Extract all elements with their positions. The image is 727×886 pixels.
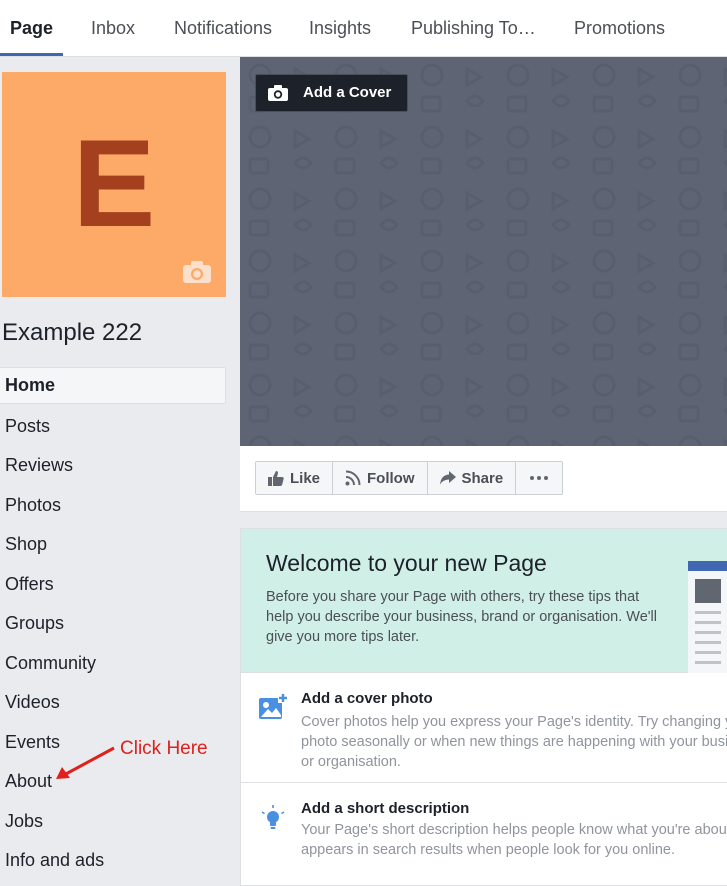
share-arrow-icon <box>439 471 456 485</box>
page-illustration-icon <box>688 561 727 673</box>
nav-item-home[interactable]: Home <box>0 367 226 404</box>
lightbulb-icon <box>261 805 285 829</box>
tip-title: Add a short description <box>301 800 470 817</box>
nav-item-posts[interactable]: Posts <box>0 407 226 447</box>
like-label: Like <box>290 469 321 487</box>
nav-item-offers[interactable]: Offers <box>0 565 226 605</box>
nav-item-info-and-ads[interactable]: Info and ads <box>0 841 226 881</box>
cover-photo-area: Add a Cover <box>240 57 727 446</box>
welcome-header: Welcome to your new Page Before you shar… <box>241 529 727 673</box>
annotation-click-here: Click Here <box>120 738 208 759</box>
tab-page[interactable]: Page <box>0 0 64 56</box>
tip-description: Your Page's short description helps peop… <box>301 822 727 858</box>
page-actions: Like Follow Share <box>255 461 564 495</box>
welcome-text: Before you share your Page with others, … <box>266 589 657 645</box>
tab-insights[interactable]: Insights <box>299 0 381 56</box>
page-nav: Home Posts Reviews Photos Shop Offers Gr… <box>0 367 226 881</box>
page-name[interactable]: Example 222 <box>2 319 142 347</box>
camera-icon[interactable] <box>182 260 212 284</box>
tab-notifications[interactable]: Notifications <box>164 0 282 56</box>
cover-pattern <box>240 57 727 446</box>
nav-item-groups[interactable]: Groups <box>0 604 226 644</box>
cover-card: Add a Cover Like Follow Share <box>240 57 727 512</box>
nav-item-community[interactable]: Community <box>0 644 226 684</box>
nav-item-jobs[interactable]: Jobs <box>0 802 226 842</box>
page-tab-bar: Page Inbox Notifications Insights Publis… <box>0 0 727 57</box>
tip-title: Add a cover photo <box>301 690 433 707</box>
rss-follow-icon <box>345 470 361 486</box>
left-sidebar: E Example 222 Home Posts Reviews Photos … <box>0 57 240 886</box>
like-button[interactable]: Like <box>255 461 334 495</box>
camera-icon <box>268 85 288 101</box>
thumbs-up-icon <box>268 470 284 486</box>
nav-item-photos[interactable]: Photos <box>0 486 226 526</box>
annotation-arrow-icon <box>56 746 115 779</box>
tab-publishing-tools[interactable]: Publishing To… <box>401 0 546 56</box>
nav-item-videos[interactable]: Videos <box>0 683 226 723</box>
tab-promotions[interactable]: Promotions <box>564 0 675 56</box>
profile-picture[interactable]: E <box>2 72 226 297</box>
tip-add-short-description[interactable]: Add a short description Your Page's shor… <box>241 783 727 885</box>
add-cover-label: Add a Cover <box>303 84 392 101</box>
share-button[interactable]: Share <box>426 461 517 495</box>
tip-add-cover-photo[interactable]: Add a cover photo Cover photos help you … <box>241 673 727 782</box>
nav-item-shop[interactable]: Shop <box>0 525 226 565</box>
tip-description: Cover photos help you express your Page'… <box>301 714 727 770</box>
welcome-card: Welcome to your new Page Before you shar… <box>240 528 727 886</box>
welcome-title: Welcome to your new Page <box>266 550 547 576</box>
more-options-button[interactable] <box>515 461 564 495</box>
follow-label: Follow <box>367 469 415 487</box>
tab-inbox[interactable]: Inbox <box>81 0 145 56</box>
follow-button[interactable]: Follow <box>332 461 428 495</box>
photo-add-icon <box>259 693 288 719</box>
more-icon <box>530 476 549 480</box>
nav-item-reviews[interactable]: Reviews <box>0 446 226 486</box>
add-cover-button[interactable]: Add a Cover <box>255 74 408 112</box>
share-label: Share <box>461 469 504 487</box>
